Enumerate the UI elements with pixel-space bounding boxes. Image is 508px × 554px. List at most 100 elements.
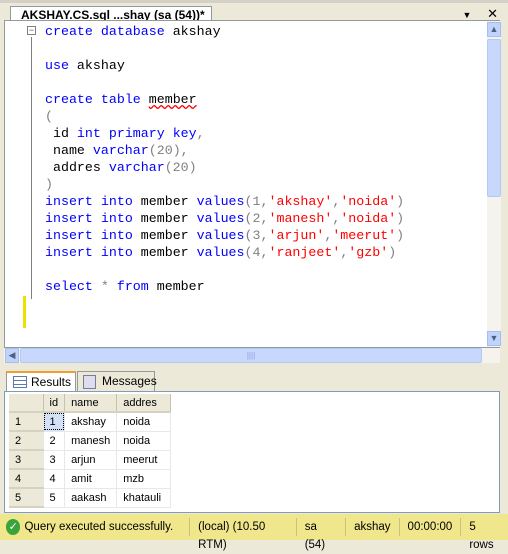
code-token: values <box>196 194 245 209</box>
code-token: insert <box>45 211 93 226</box>
table-cell[interactable]: aakash <box>64 488 118 508</box>
tab-label: Results <box>31 375 72 389</box>
table-row[interactable]: 2 2 manesh noida <box>9 431 172 451</box>
table-cell[interactable]: akshay <box>64 412 118 432</box>
table-row[interactable]: 3 3 arjun meerut <box>9 450 172 470</box>
vertical-scrollbar[interactable]: ▲ ▼ <box>487 21 501 347</box>
change-marker <box>23 296 26 328</box>
code-line: insert into member values(1,'akshay','no… <box>45 193 404 210</box>
results-grid[interactable]: id name addres 1 1 akshay noida 2 2 manesh noid… <box>4 391 500 513</box>
table-cell[interactable]: 2 <box>43 431 66 451</box>
table-cell[interactable]: 3 <box>43 450 66 470</box>
row-number[interactable]: 4 <box>9 469 44 489</box>
code-line: select * from member <box>45 278 404 295</box>
table-cell[interactable]: noida <box>116 412 172 432</box>
column-header[interactable]: id <box>43 394 66 413</box>
code-token: from <box>116 279 149 294</box>
query-editor[interactable]: − create database akshay use akshay create… <box>4 20 501 348</box>
status-user: sa (54) <box>297 518 347 551</box>
code-token: member <box>148 279 205 294</box>
scroll-down-icon[interactable]: ▼ <box>487 331 501 346</box>
code-token: insert <box>45 194 93 209</box>
table-row[interactable]: 5 5 aakash khatauli <box>9 488 172 508</box>
code-token: use <box>45 58 69 73</box>
table-cell[interactable]: 5 <box>43 488 66 508</box>
code-token: 'meerut' <box>332 228 397 243</box>
fold-line <box>31 37 32 299</box>
code-token: (4, <box>244 245 269 260</box>
row-number[interactable]: 2 <box>9 431 44 451</box>
code-line: create database akshay <box>45 23 404 40</box>
code-token: create <box>45 92 93 107</box>
code-line: name varchar(20), <box>45 142 404 159</box>
code-token: key <box>172 126 197 141</box>
status-server: (local) (10.50 RTM) <box>190 518 297 551</box>
dropdown-icon[interactable]: ▼ <box>463 10 472 20</box>
column-header[interactable]: addres <box>116 394 172 413</box>
success-check-icon: ✓ <box>6 519 21 535</box>
code-token: values <box>196 211 245 226</box>
code-line: id int primary key, <box>45 125 404 142</box>
code-token: ) <box>388 245 397 260</box>
code-token: member <box>148 92 197 107</box>
horizontal-scrollbar[interactable]: ◀ |||| <box>4 348 500 363</box>
row-number[interactable]: 1 <box>9 412 44 432</box>
row-number[interactable]: 3 <box>9 450 44 470</box>
code-token: , <box>196 126 205 141</box>
code-line: insert into member values(4,'ranjeet','g… <box>45 244 404 261</box>
tab-results[interactable]: Results <box>6 371 76 391</box>
scroll-thumb[interactable] <box>487 39 501 197</box>
code-text[interactable]: create database akshay use akshay create t… <box>45 23 404 295</box>
code-token: 'manesh' <box>268 211 333 226</box>
code-token: akshay <box>68 58 125 73</box>
code-token: member <box>132 228 197 243</box>
code-token: member <box>132 211 197 226</box>
code-token: (3, <box>244 228 269 243</box>
row-number[interactable]: 5 <box>9 488 44 508</box>
code-token: varchar <box>92 143 149 158</box>
code-token: into <box>100 211 133 226</box>
scroll-left-icon[interactable]: ◀ <box>5 348 19 363</box>
table-cell[interactable]: manesh <box>64 431 118 451</box>
table-cell[interactable]: noida <box>116 431 172 451</box>
code-line: insert into member values(2,'manesh','no… <box>45 210 404 227</box>
code-token: ) <box>396 211 405 226</box>
code-token: values <box>196 245 245 260</box>
table-cell[interactable]: khatauli <box>116 488 172 508</box>
tab-messages[interactable]: Messages <box>77 371 157 391</box>
status-bar: ✓ Query executed successfully. (local) (… <box>0 514 508 551</box>
table-row[interactable]: 4 4 amit mzb <box>9 469 172 489</box>
collapse-icon[interactable]: − <box>27 26 36 35</box>
table-cell[interactable]: 4 <box>43 469 66 489</box>
code-token: addres <box>45 160 109 175</box>
scroll-up-icon[interactable]: ▲ <box>487 22 501 37</box>
code-token: insert <box>45 245 93 260</box>
scroll-thumb[interactable]: |||| <box>20 348 482 363</box>
document-tab-bar: AKSHAY.CS.sql ...shay (sa (54))* ▼ ✕ <box>0 0 508 24</box>
table-cell[interactable]: mzb <box>116 469 172 489</box>
status-database: akshay <box>346 518 400 536</box>
table-cell[interactable]: 1 <box>43 412 66 432</box>
close-icon[interactable]: ✕ <box>487 6 498 21</box>
code-token: akshay <box>164 24 221 39</box>
table-cell[interactable]: amit <box>64 469 118 489</box>
code-token: (2, <box>244 211 269 226</box>
code-line: ) <box>45 176 404 193</box>
table-cell[interactable]: meerut <box>116 450 172 470</box>
code-token: 'noida' <box>340 211 397 226</box>
code-token: into <box>100 245 133 260</box>
table-row[interactable]: 1 1 akshay noida <box>9 412 172 432</box>
code-token: id <box>45 126 77 141</box>
column-header[interactable]: name <box>64 394 118 413</box>
code-token: 'gzb' <box>348 245 389 260</box>
table-cell[interactable]: arjun <box>64 450 118 470</box>
